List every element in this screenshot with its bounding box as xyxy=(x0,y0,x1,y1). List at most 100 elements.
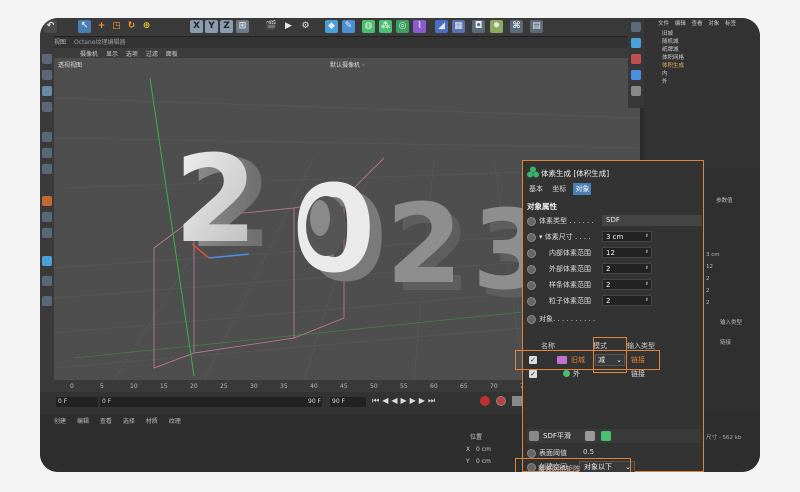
render-icon[interactable]: ▶ xyxy=(282,20,295,33)
undo-icon[interactable]: ↶ xyxy=(44,20,57,33)
menu-camera[interactable]: 摄像机 xyxy=(80,51,98,58)
tab-coords[interactable]: 坐标 xyxy=(550,183,568,195)
camera-icon[interactable]: ◘ xyxy=(472,20,485,33)
menu-view[interactable]: 查看 xyxy=(100,418,112,425)
menu-options[interactable]: 选项 xyxy=(126,51,138,58)
menu-display[interactable]: 显示 xyxy=(106,51,118,58)
attr-field-b[interactable]: 12 xyxy=(706,264,713,270)
om-item[interactable]: 随机城 xyxy=(662,38,679,46)
smooth-icon[interactable] xyxy=(529,431,539,441)
folder-add-icon[interactable] xyxy=(585,431,595,441)
edge-mode-icon[interactable] xyxy=(42,148,52,158)
attr-field-e[interactable]: 2 xyxy=(706,300,710,306)
layer-icon[interactable] xyxy=(601,431,611,441)
menu-select[interactable]: 选择 xyxy=(123,418,135,425)
voxel-size-field[interactable]: 3 cm ⬍ xyxy=(602,231,652,242)
autokey-icon[interactable] xyxy=(496,396,506,406)
spline-range-field[interactable]: 2 ⬍ xyxy=(602,279,652,290)
light-icon[interactable]: ✹ xyxy=(490,20,503,33)
menu-texture[interactable]: 纹理 xyxy=(169,418,181,425)
texture-mode-icon[interactable] xyxy=(42,86,52,96)
tab-object[interactable]: 对象 xyxy=(573,183,592,195)
script-icon[interactable]: ⌘ xyxy=(510,20,523,33)
keyframe-icon[interactable] xyxy=(512,396,522,406)
anim-radio[interactable] xyxy=(527,217,536,226)
move-icon[interactable]: + xyxy=(95,20,108,33)
globe-icon[interactable] xyxy=(631,70,641,80)
om-menu-file[interactable]: 文件 xyxy=(658,21,669,27)
menu-create[interactable]: 创建 xyxy=(54,418,66,425)
subdivision-icon[interactable]: ◍ xyxy=(362,20,375,33)
scale-icon[interactable]: ◳ xyxy=(110,20,123,33)
sculpt-icon[interactable] xyxy=(42,296,52,306)
ik-icon[interactable] xyxy=(631,22,641,32)
axis-z-button[interactable]: Z xyxy=(220,20,233,33)
axis-y-button[interactable]: Y xyxy=(205,20,218,33)
polygon-mode-icon[interactable] xyxy=(42,164,52,174)
model-mode-icon[interactable] xyxy=(42,70,52,80)
om-menu-tag[interactable]: 标签 xyxy=(725,21,736,27)
camera-label[interactable]: 默认摄像机 ◦ xyxy=(330,60,365,69)
select-icon[interactable]: ↖ xyxy=(78,20,91,33)
enable-checkbox[interactable]: ✓ xyxy=(529,370,537,378)
mesh-matrix-label[interactable]: 覆盖网格矩阵 xyxy=(538,464,580,472)
cube-icon[interactable]: ◆ xyxy=(325,20,338,33)
layout-icon[interactable]: ▤ xyxy=(530,20,543,33)
frame-current-field[interactable]: 0 F xyxy=(100,397,322,407)
particle-range-field[interactable]: 2 ⬍ xyxy=(602,295,652,306)
frame-start-field[interactable]: 0 F xyxy=(56,397,98,407)
attr-field-a[interactable]: 3 cm xyxy=(706,252,720,258)
render-settings-icon[interactable]: ⚙ xyxy=(299,20,312,33)
anim-radio[interactable] xyxy=(527,315,536,324)
deformer-icon[interactable]: ⌇ xyxy=(413,20,426,33)
attr-field-c[interactable]: 2 xyxy=(706,276,710,282)
octane-tab[interactable]: Octane纹理编辑器 xyxy=(74,39,126,46)
render-view-icon[interactable]: 🎬 xyxy=(265,20,278,33)
menu-material[interactable]: 材质 xyxy=(146,418,158,425)
rotate-icon[interactable]: ↻ xyxy=(125,20,138,33)
snap-icon[interactable] xyxy=(42,196,52,206)
inner-range-field[interactable]: 12 ⬍ xyxy=(602,247,652,258)
axis-mode-icon[interactable] xyxy=(42,102,52,112)
om-item[interactable]: 内 xyxy=(662,70,668,78)
scene-icon[interactable]: ◢ xyxy=(435,20,448,33)
brush-icon[interactable] xyxy=(42,276,52,286)
frame-end-field-a[interactable]: 90 F xyxy=(308,397,328,407)
om-menu-object[interactable]: 对象 xyxy=(708,21,719,27)
anim-radio[interactable] xyxy=(527,249,536,258)
y-value-field[interactable]: 0 cm xyxy=(476,458,491,465)
point-mode-icon[interactable] xyxy=(42,132,52,142)
transport-buttons[interactable]: ⏮◀◀▶▶▶⏭ xyxy=(372,396,438,406)
anim-radio[interactable] xyxy=(527,449,536,458)
workplane-icon[interactable] xyxy=(42,212,52,222)
menu-panel[interactable]: 面板 xyxy=(166,51,178,58)
live-select-icon[interactable]: ⊕ xyxy=(140,20,153,33)
lock-icon[interactable] xyxy=(42,228,52,238)
octane-icon[interactable] xyxy=(631,54,641,64)
frame-end-field-b[interactable]: 90 F xyxy=(330,397,366,407)
cloner-icon[interactable]: ⁂ xyxy=(379,20,392,33)
voxel-type-select[interactable]: SDF xyxy=(602,215,702,226)
menu-filter[interactable]: 过滤 xyxy=(146,51,158,58)
om-menu-edit[interactable]: 编辑 xyxy=(675,21,686,27)
menu-edit[interactable]: 编辑 xyxy=(77,418,89,425)
sun-icon[interactable] xyxy=(631,86,641,96)
anim-radio[interactable] xyxy=(527,233,536,242)
field-icon[interactable]: ◎ xyxy=(396,20,409,33)
om-item[interactable]: 外 xyxy=(662,78,668,86)
outer-range-field[interactable]: 2 ⬍ xyxy=(602,263,652,274)
sdf-smooth-label[interactable]: SDF平滑 xyxy=(543,431,571,441)
keyframe-record-icon[interactable] xyxy=(480,396,490,406)
anim-radio[interactable] xyxy=(527,281,536,290)
mograph-icon[interactable] xyxy=(631,38,641,48)
om-menu-view[interactable]: 查看 xyxy=(692,21,703,27)
om-item-selected[interactable]: 体积生成 xyxy=(662,62,684,70)
om-item[interactable]: 体积网格 xyxy=(662,54,684,62)
pen-icon[interactable]: ✎ xyxy=(342,20,355,33)
anim-radio[interactable] xyxy=(527,265,536,274)
om-item[interactable]: 旧城 xyxy=(662,30,673,38)
om-item[interactable]: 纸牌城 xyxy=(662,46,679,54)
attr-field-d[interactable]: 2 xyxy=(706,288,710,294)
surface-threshold-value[interactable]: 0.5 xyxy=(583,448,594,456)
coord-icon[interactable]: ⊞ xyxy=(236,20,249,33)
